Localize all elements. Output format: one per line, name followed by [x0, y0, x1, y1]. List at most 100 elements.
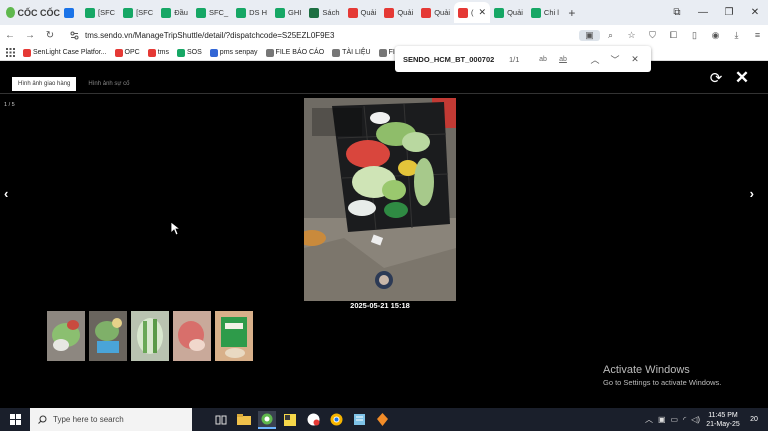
start-button[interactable] [0, 414, 30, 425]
tab-close-icon[interactable]: ✕ [479, 7, 487, 18]
browser-tab[interactable]: Quải [417, 2, 454, 23]
browser-tab[interactable]: [SFC [119, 2, 157, 23]
bookmark-item[interactable]: FILE BÁO CÁO [265, 48, 325, 57]
tab-search-icon[interactable]: ⧉ [664, 7, 690, 18]
tab-label: Đầu [174, 8, 188, 17]
wifi-icon[interactable]: ◜ [683, 415, 686, 424]
browser-tab-strip: CỐC CỐC [SFC [SFC Đầu SFC_ DS H GHI Sách Quải Qu… [0, 0, 768, 25]
browser-tab[interactable]: (✕ [454, 2, 491, 23]
bookmark-icon [209, 48, 218, 57]
coccoc-logo-icon [6, 7, 15, 18]
browser-tab[interactable]: SFC_ [192, 2, 232, 23]
thumbnail[interactable] [215, 311, 253, 361]
next-image-icon[interactable]: › [750, 186, 754, 201]
browser-tab[interactable]: Quải [344, 2, 381, 23]
notepad-icon[interactable] [350, 411, 368, 429]
site-info-icon[interactable] [70, 31, 79, 40]
url-bar[interactable]: tms.sendo.vn/ManageTripShuttle/detail/?d… [64, 27, 564, 43]
tab-label: Quải [507, 8, 523, 17]
browser-tab[interactable]: Chi l [527, 2, 563, 23]
tab-favicon-icon [123, 7, 134, 18]
bookmark-label: FILE BÁO CÁO [275, 49, 325, 56]
zoom-icon[interactable]: ⌕ [600, 30, 621, 41]
find-input[interactable]: SENDO_HCM_BT_000702 [403, 55, 503, 64]
rotate-icon[interactable]: ⟳ [708, 71, 724, 87]
notification-center-icon[interactable]: 20 [746, 413, 762, 427]
sidebar-icon[interactable]: ▯ [684, 30, 705, 41]
browser-tab[interactable]: Quải [490, 2, 527, 23]
bookmark-star-icon[interactable]: ☆ [621, 30, 642, 41]
app-orange-icon[interactable] [373, 411, 391, 429]
reload-icon[interactable]: ↻ [40, 30, 60, 41]
network-icon[interactable]: ▣ [658, 415, 666, 424]
bookmark-item[interactable]: SOS [177, 48, 202, 57]
new-tab-button[interactable]: + [563, 6, 581, 20]
download-icon[interactable]: ⤓ [726, 30, 747, 41]
chrome-icon[interactable] [327, 411, 345, 429]
find-prev-icon[interactable]: ︿ [585, 53, 605, 66]
browser-tab[interactable]: Đầu [157, 2, 192, 23]
thumbnail[interactable] [131, 311, 169, 361]
tab-favicon-icon [161, 7, 172, 18]
taskbar-search[interactable]: Type here to search [30, 408, 192, 431]
browser-tab[interactable] [60, 2, 81, 23]
apps-grid-icon[interactable] [6, 48, 15, 57]
volume-icon[interactable]: ◁) [691, 415, 700, 424]
close-window-icon[interactable]: ✕ [742, 7, 768, 18]
battery-icon[interactable]: ▭ [671, 415, 679, 424]
bookmark-item[interactable]: tms [147, 48, 169, 57]
taskbar-clock[interactable]: 11:45 PM 21-May-25 [705, 411, 741, 429]
tab-favicon-icon [421, 7, 432, 18]
sticky-notes-icon[interactable] [281, 411, 299, 429]
coccoc-taskbar-icon[interactable] [258, 410, 276, 429]
image-viewer: Hình ảnh giao hàng Hình ảnh sự cố ⟳ ✕ 1 … [0, 61, 768, 400]
profile-icon[interactable]: ◉ [705, 30, 726, 41]
previous-image-icon[interactable]: ‹ [4, 186, 8, 201]
file-explorer-icon[interactable] [235, 411, 253, 429]
tab-favicon-icon [309, 7, 320, 18]
whole-word-toggle[interactable]: ab [553, 56, 573, 63]
extensions-icon[interactable]: ⧠ [663, 30, 684, 41]
watermark-subtitle: Go to Settings to activate Windows. [603, 378, 722, 387]
tab-favicon-icon [195, 7, 206, 18]
restore-icon[interactable]: ❐ [716, 7, 742, 18]
bookmark-item[interactable]: OPC [114, 48, 140, 57]
menu-icon[interactable]: ≡ [747, 30, 768, 40]
thumbnail[interactable] [173, 311, 211, 361]
tab-label: GHI [288, 8, 302, 17]
bookmark-label: TÀI LIỆU [342, 49, 371, 56]
bookmark-item[interactable]: TÀI LIỆU [332, 48, 371, 57]
browser-tab[interactable]: Quải [380, 2, 417, 23]
viewer-close-icon[interactable]: ✕ [734, 69, 750, 86]
tab-favicon-icon [64, 7, 74, 18]
tab-incident-images[interactable]: Hình ảnh sự cố [82, 77, 135, 91]
thumbnail-image [89, 311, 127, 361]
tab-delivery-images[interactable]: Hình ảnh giao hàng [12, 77, 77, 91]
find-close-icon[interactable]: ✕ [625, 54, 645, 65]
bookmark-item[interactable]: pms senpay [209, 48, 258, 57]
back-icon[interactable]: ← [0, 30, 20, 41]
mouse-cursor-icon [171, 222, 181, 236]
chat-app-icon[interactable] [304, 411, 322, 429]
page-find-icon[interactable]: ▣ [579, 29, 600, 41]
match-case-toggle[interactable]: ab [533, 56, 553, 63]
find-next-icon[interactable]: ﹀ [605, 53, 625, 66]
browser-tab[interactable]: DS H [232, 2, 271, 23]
browser-tab[interactable]: [SFC [81, 2, 119, 23]
find-bar: SENDO_HCM_BT_000702 1/1 ab ab ︿ ﹀ ✕ [395, 46, 651, 72]
coccoc-logo[interactable]: CỐC CỐC [0, 7, 60, 18]
shield-icon[interactable]: ⛉ [642, 30, 663, 41]
thumbnail[interactable] [89, 311, 127, 361]
browser-tab[interactable]: GHI [271, 2, 305, 23]
bookmark-item[interactable]: SenLight Case Platfor... [23, 48, 107, 57]
windows-taskbar: Type here to search ︿ ▣ ▭ ◜ ◁) 11:45 PM … [0, 408, 768, 431]
show-hidden-icons[interactable]: ︿ [645, 414, 653, 425]
tab-favicon-icon [494, 7, 505, 18]
thumbnail[interactable] [47, 311, 85, 361]
minimize-icon[interactable]: — [690, 7, 716, 18]
forward-icon[interactable]: → [20, 30, 40, 41]
browser-tab[interactable]: Sách [305, 2, 343, 23]
thumbnail-image [47, 311, 85, 361]
task-view-icon[interactable] [212, 411, 230, 429]
search-placeholder: Type here to search [53, 415, 124, 424]
